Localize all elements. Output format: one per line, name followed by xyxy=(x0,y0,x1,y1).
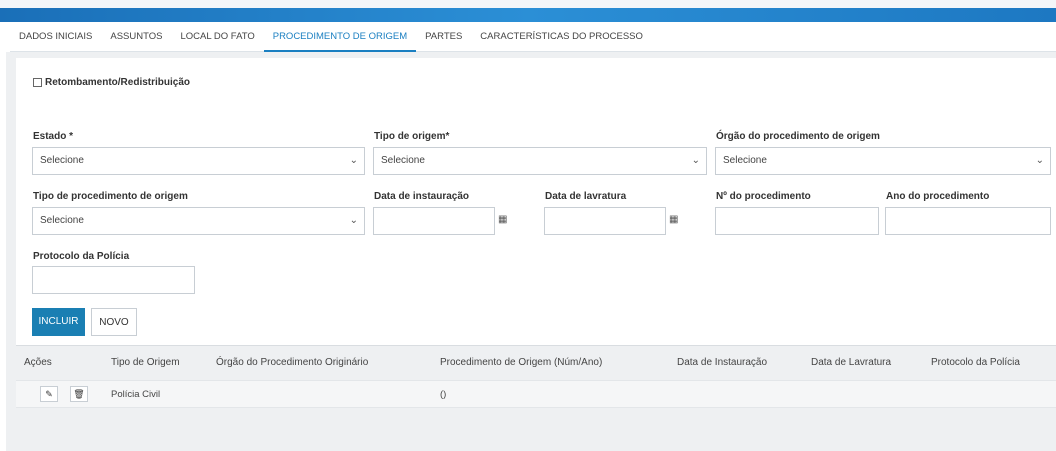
col-orgao: Órgão do Procedimento Originário xyxy=(216,357,369,368)
retombamento-label: Retombamento/Redistribuição xyxy=(45,77,191,88)
edit-icon[interactable]: ✎ xyxy=(40,386,58,402)
table-header: Ações Tipo de Origem Órgão do Procedimen… xyxy=(16,357,1056,377)
delete-icon[interactable]: 🗑 xyxy=(70,386,88,402)
num-proc-label: Nº do procedimento xyxy=(716,191,811,202)
col-data-lavratura: Data de Lavratura xyxy=(811,357,892,368)
col-tipo-origem: Tipo de Origem xyxy=(111,357,180,368)
protocolo-label: Protocolo da Polícia xyxy=(33,251,130,262)
tab-caracteristicas-do-processo[interactable]: CARACTERÍSTICAS DO PROCESSO xyxy=(471,22,652,52)
data-instauracao-input[interactable] xyxy=(373,207,495,235)
tipo-proc-select-value: Selecione xyxy=(40,215,84,226)
data-instauracao-label: Data de instauração xyxy=(374,191,470,202)
form-panel xyxy=(16,58,1056,346)
calendar-icon[interactable]: ▦ xyxy=(498,214,507,225)
estado-select[interactable]: Selecione ⌄ xyxy=(32,147,365,175)
table-row: ✎ 🗑 Polícia Civil () xyxy=(16,380,1056,408)
col-acoes: Ações xyxy=(24,357,52,368)
calendar-icon[interactable]: ▦ xyxy=(669,214,678,225)
tab-assuntos[interactable]: ASSUNTOS xyxy=(101,22,171,52)
chevron-down-icon: ⌄ xyxy=(349,155,358,166)
orgao-select[interactable]: Selecione ⌄ xyxy=(715,147,1051,175)
chevron-down-icon: ⌄ xyxy=(349,215,358,226)
cell-tipo-origem: Polícia Civil xyxy=(111,389,161,400)
tab-dados-iniciais[interactable]: DADOS INICIAIS xyxy=(10,22,101,52)
estado-label: Estado * xyxy=(33,131,74,142)
orgao-select-value: Selecione xyxy=(723,155,767,166)
estado-select-value: Selecione xyxy=(40,155,84,166)
tipo-proc-label: Tipo de procedimento de origem xyxy=(33,191,188,202)
data-lavratura-label: Data de lavratura xyxy=(545,191,627,202)
header-bar xyxy=(0,8,1056,22)
data-lavratura-input[interactable] xyxy=(544,207,666,235)
col-protocolo: Protocolo da Polícia xyxy=(931,357,1020,368)
tab-local-do-fato[interactable]: LOCAL DO FATO xyxy=(171,22,263,52)
orgao-label: Órgão do procedimento de origem xyxy=(716,131,880,142)
novo-button[interactable]: NOVO xyxy=(91,308,137,336)
cell-procedimento: () xyxy=(440,389,447,400)
tab-partes[interactable]: PARTES xyxy=(416,22,471,52)
col-data-instauracao: Data de Instauração xyxy=(677,357,768,368)
num-proc-input[interactable] xyxy=(715,207,879,235)
tab-procedimento-de-origem[interactable]: PROCEDIMENTO DE ORIGEM xyxy=(263,22,417,52)
tipo-origem-select-value: Selecione xyxy=(381,155,425,166)
retombamento-checkbox[interactable]: Retombamento/Redistribuição xyxy=(33,77,190,88)
chevron-down-icon: ⌄ xyxy=(691,155,700,166)
chevron-down-icon: ⌄ xyxy=(1035,155,1044,166)
ano-proc-label: Ano do procedimento xyxy=(886,191,990,202)
checkbox-box[interactable] xyxy=(33,78,42,87)
tipo-origem-label: Tipo de origem* xyxy=(374,131,450,142)
tipo-origem-select[interactable]: Selecione ⌄ xyxy=(373,147,707,175)
protocolo-input[interactable] xyxy=(32,266,195,294)
ano-proc-input[interactable] xyxy=(885,207,1051,235)
col-procedimento: Procedimento de Origem (Núm/Ano) xyxy=(440,357,603,368)
tab-bar: DADOS INICIAIS ASSUNTOS LOCAL DO FATO PR… xyxy=(10,22,1056,52)
tipo-proc-select[interactable]: Selecione ⌄ xyxy=(32,207,365,235)
incluir-button[interactable]: INCLUIR xyxy=(32,308,85,336)
